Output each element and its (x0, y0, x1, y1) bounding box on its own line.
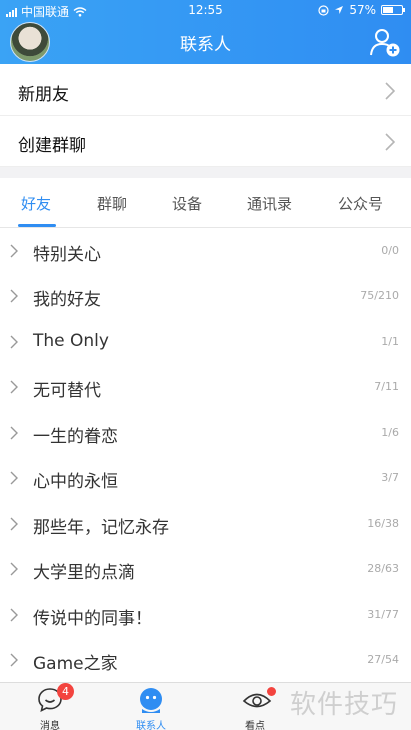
chevron-right-icon (10, 380, 18, 394)
group-name: The Only (33, 331, 109, 351)
group-count: 28/63 (367, 562, 399, 575)
tab-groups[interactable]: 群聊 (97, 193, 127, 214)
contacts-person-icon (140, 688, 162, 713)
battery-percent: 57% (349, 3, 376, 17)
group-count: 3/7 (381, 471, 399, 484)
nav-contacts-label: 联系人 (136, 721, 166, 730)
add-friend-icon[interactable] (369, 26, 401, 58)
chevron-right-icon (10, 562, 18, 576)
new-friends-label: 新朋友 (18, 85, 69, 105)
location-icon (335, 6, 344, 14)
tab-devices[interactable]: 设备 (172, 193, 202, 214)
group-name: 心中的永恒 (33, 472, 118, 492)
page-title: 联系人 (180, 35, 231, 55)
chevron-right-icon (10, 244, 18, 258)
chevron-right-icon (10, 426, 18, 440)
group-count: 27/54 (367, 653, 399, 666)
chevron-right-icon (385, 133, 395, 151)
nav-messages[interactable]: 4 消息 (10, 683, 90, 730)
list-item[interactable]: 那些年，记忆永存 16/38 (0, 502, 411, 547)
list-item[interactable]: 传说中的同事！ 31/77 (0, 593, 411, 638)
tab-friends[interactable]: 好友 (21, 193, 51, 214)
chevron-right-icon (10, 608, 18, 622)
group-count: 16/38 (367, 517, 399, 530)
chevron-right-icon (385, 82, 395, 100)
group-count: 7/11 (374, 380, 399, 393)
list-item[interactable]: 一生的眷恋 1/6 (0, 411, 411, 456)
active-tab-indicator (18, 224, 56, 227)
list-item[interactable]: 心中的永恒 3/7 (0, 456, 411, 501)
group-count: 1/6 (381, 426, 399, 439)
chevron-right-icon (10, 289, 18, 303)
tab-official-accounts[interactable]: 公众号 (338, 193, 383, 214)
header-bar: 中国联通 12:55 57% 联系人 (0, 0, 411, 64)
group-count: 0/0 (381, 244, 399, 257)
status-bar: 中国联通 12:55 57% (0, 0, 411, 22)
list-item[interactable]: 特别关心 0/0 (0, 229, 411, 274)
list-item[interactable]: 我的好友 75/210 (0, 274, 411, 319)
group-name: 大学里的点滴 (33, 563, 135, 583)
list-item[interactable]: Game之家 27/54 (0, 638, 411, 683)
create-group-chat-row[interactable]: 创建群聊 (0, 117, 411, 167)
contact-tabs: 好友 群聊 设备 通讯录 公众号 (0, 178, 411, 228)
group-count: 31/77 (367, 608, 399, 621)
list-item[interactable]: 大学里的点滴 28/63 (0, 547, 411, 592)
group-name: 我的好友 (33, 290, 101, 310)
chevron-right-icon (10, 517, 18, 531)
group-name: 传说中的同事！ (33, 609, 152, 629)
chevron-right-icon (10, 335, 18, 349)
nav-contacts[interactable]: 联系人 (111, 685, 191, 730)
group-name: 特别关心 (33, 245, 101, 265)
group-count: 75/210 (360, 289, 399, 302)
create-group-chat-label: 创建群聊 (18, 136, 86, 156)
group-name: Game之家 (33, 654, 118, 674)
unread-badge: 4 (57, 683, 74, 700)
chevron-right-icon (10, 653, 18, 667)
notification-dot (267, 687, 276, 696)
nav-messages-label: 消息 (40, 721, 60, 730)
new-friends-row[interactable]: 新朋友 (0, 66, 411, 116)
tab-address-book[interactable]: 通讯录 (247, 193, 292, 214)
section-divider (0, 167, 411, 178)
group-count: 1/1 (381, 335, 399, 348)
group-name: 一生的眷恋 (33, 427, 118, 447)
chevron-right-icon (10, 471, 18, 485)
group-name: 那些年，记忆永存 (33, 518, 169, 538)
battery-icon (381, 5, 405, 15)
orientation-lock-icon (318, 4, 329, 16)
list-item[interactable]: The Only 1/1 (0, 320, 411, 365)
list-item[interactable]: 无可替代 7/11 (0, 365, 411, 410)
nav-watch[interactable]: 看点 (215, 685, 295, 730)
nav-watch-label: 看点 (245, 721, 265, 730)
watermark: 软件技巧 (290, 690, 399, 720)
group-name: 无可替代 (33, 381, 101, 401)
